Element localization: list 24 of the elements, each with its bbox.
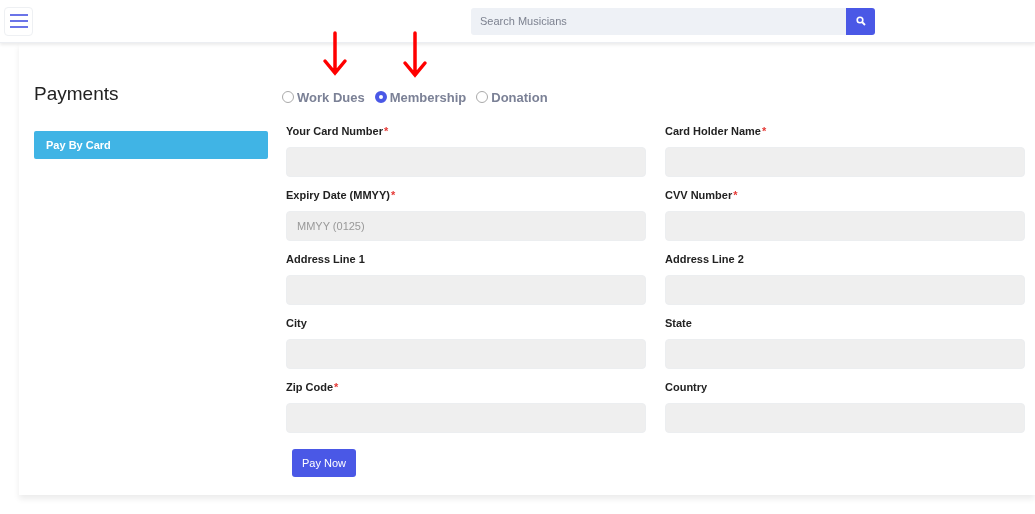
- search-field[interactable]: Search Musicians: [471, 7, 846, 35]
- field-label: City: [286, 316, 308, 331]
- search-button[interactable]: [846, 7, 875, 35]
- field-label: Your Card Number*: [286, 124, 390, 139]
- field-label: Address Line 1: [286, 252, 366, 267]
- field-label: Country: [665, 380, 709, 395]
- radio-option[interactable]: Donation: [476, 89, 548, 105]
- input-field[interactable]: MMYY (0125): [286, 211, 646, 241]
- menu-icon: [9, 14, 28, 28]
- field-label: Expiry Date (MMYY)*: [286, 188, 397, 203]
- radio-option[interactable]: Membership: [374, 89, 467, 105]
- pay-now-button[interactable]: Pay Now: [292, 449, 357, 477]
- field-label: State: [665, 316, 693, 331]
- field-label: Address Line 2: [665, 252, 745, 267]
- field-label: CVV Number*: [665, 188, 739, 203]
- page-title: Payments: [34, 83, 120, 105]
- search-icon: [855, 16, 866, 26]
- annotation-arrow-icon: [322, 31, 348, 77]
- menu-button[interactable]: [4, 6, 33, 36]
- sidebar-item[interactable]: Pay By Card: [34, 131, 268, 159]
- annotation-arrow-icon: [402, 31, 428, 79]
- radio-option[interactable]: Work Dues: [282, 89, 365, 105]
- field-label: Zip Code*: [286, 380, 340, 395]
- field-label: Card Holder Name*: [665, 124, 768, 139]
